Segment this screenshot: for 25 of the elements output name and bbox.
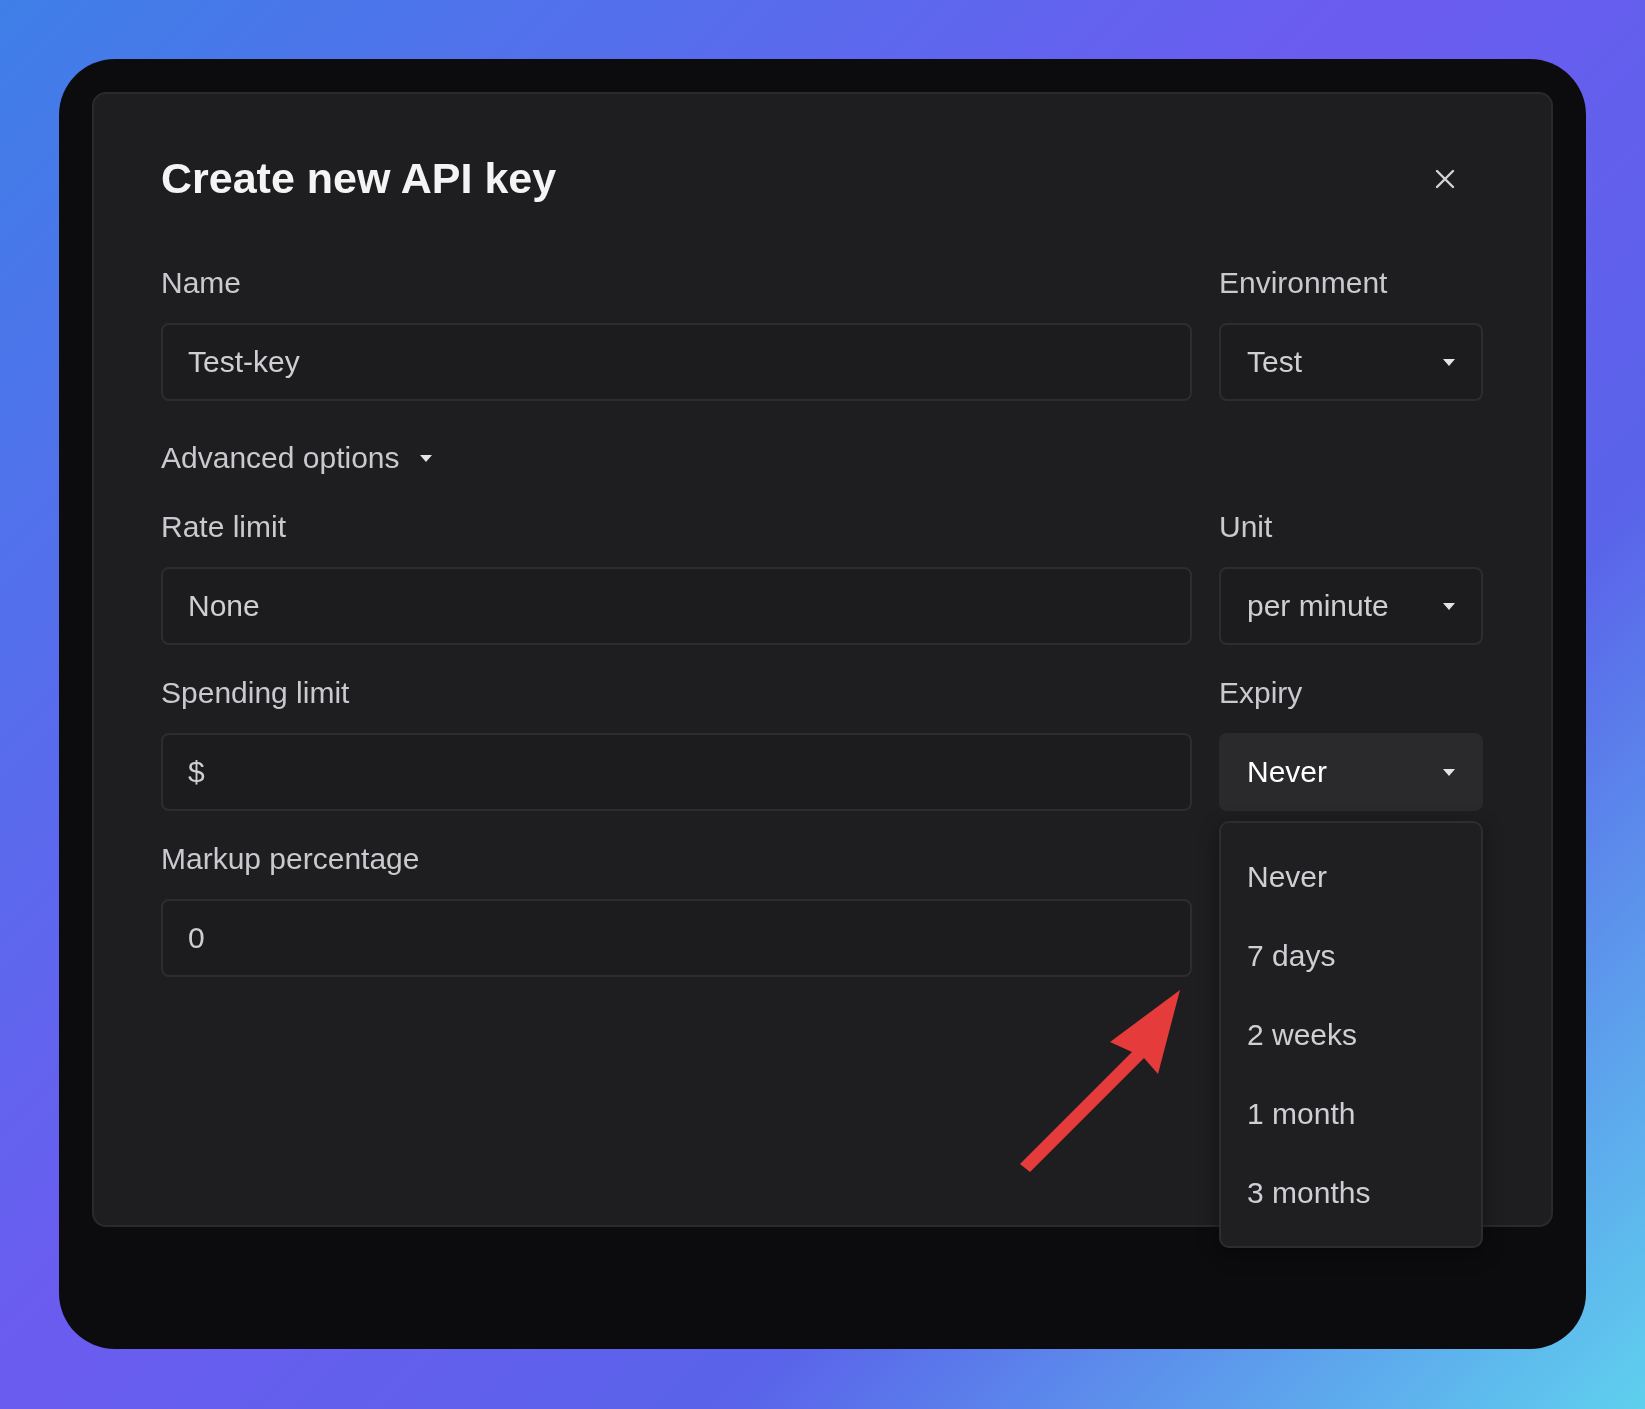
dropdown-select[interactable]: per minute	[1219, 567, 1483, 645]
dialog-title: Create new API key	[161, 154, 557, 203]
menu-option[interactable]: 3 months	[1221, 1153, 1481, 1232]
caret-icon	[1443, 768, 1455, 776]
caret-icon	[1443, 358, 1455, 366]
field-label: Name	[161, 265, 243, 301]
field-label: Spending limit	[161, 675, 351, 711]
field-label: Markup percentage	[161, 841, 421, 877]
menu-option[interactable]: Never	[1221, 837, 1481, 916]
dropdown-select[interactable]: Test	[1219, 323, 1483, 401]
menu-option[interactable]: 1 month	[1221, 1074, 1481, 1153]
input-field[interactable]: Test-key	[161, 323, 1192, 401]
caret-icon	[1443, 602, 1455, 610]
caret-icon	[419, 454, 432, 462]
menu-option[interactable]: 7 days	[1221, 916, 1481, 995]
field-label: Rate limit	[161, 509, 288, 545]
field-label: Environment	[1219, 265, 1389, 301]
menu-option[interactable]: 2 weeks	[1221, 995, 1481, 1074]
input-field[interactable]: 0	[161, 899, 1192, 977]
field-label: Unit	[1219, 509, 1274, 545]
field-label: Expiry	[1219, 675, 1304, 711]
dropdown-select[interactable]: Never	[1219, 733, 1483, 811]
input-field[interactable]: None	[161, 567, 1192, 645]
input-field[interactable]: $	[161, 733, 1192, 811]
advanced-options-toggle[interactable]: Advanced options	[161, 441, 432, 475]
